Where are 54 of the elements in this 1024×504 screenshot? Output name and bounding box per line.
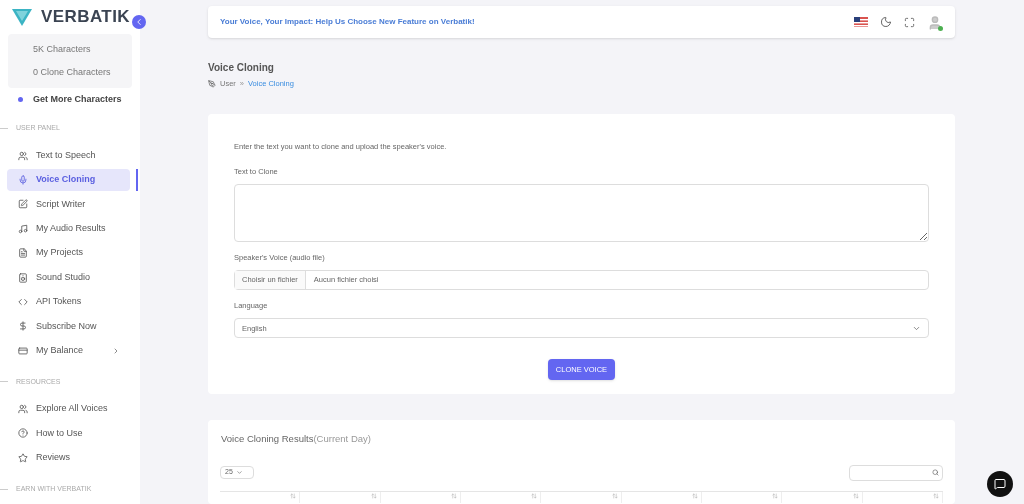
- chat-button[interactable]: [987, 471, 1013, 497]
- sidebar-item[interactable]: My Projects: [7, 242, 130, 265]
- sort-icon: [772, 492, 779, 499]
- chat-icon: [994, 478, 1006, 490]
- edit-icon: [18, 199, 28, 210]
- sort-icon: [290, 492, 297, 499]
- collapse-sidebar-button[interactable]: [132, 15, 146, 29]
- sidebar-item[interactable]: Script Writer: [7, 193, 130, 216]
- sort-icon: [852, 492, 859, 499]
- sidebar-item[interactable]: My Audio Results: [7, 217, 130, 240]
- sidebar-item[interactable]: Text to Speech: [7, 144, 130, 167]
- card-icon: [18, 345, 28, 356]
- avatar-icon[interactable]: [927, 13, 943, 31]
- sort-icon: [451, 492, 457, 499]
- music-note-icon: [18, 223, 28, 234]
- get-more-characters-link[interactable]: Get More Characters: [0, 89, 140, 110]
- code-icon: [18, 296, 28, 307]
- text-input-field[interactable]: [234, 183, 929, 242]
- sidebar-item[interactable]: How to Use: [7, 422, 130, 445]
- sidebar-item[interactable]: API Tokens: [7, 290, 130, 313]
- sidebar-item[interactable]: Reviews: [7, 446, 130, 469]
- fullscreen-icon[interactable]: [904, 16, 915, 28]
- credit-count: 5K Characters: [32, 43, 92, 56]
- brand-name: VERBATIK: [41, 6, 131, 29]
- sort-icon: [370, 492, 377, 499]
- sidebar-item[interactable]: My Balance: [7, 339, 130, 362]
- document-icon: [18, 248, 28, 259]
- dollar-icon: [18, 321, 28, 332]
- page-title: Voice Cloning: [208, 61, 275, 75]
- users-icon: [18, 150, 28, 161]
- sidebar-item[interactable]: Explore All Voices: [7, 398, 130, 421]
- results-title: Voice Cloning Results(Current Day): [220, 432, 372, 447]
- flag-icon[interactable]: [854, 17, 868, 27]
- search-icon: [932, 469, 939, 476]
- sort-icon: [932, 492, 939, 499]
- users-icon: [18, 404, 28, 415]
- breadcrumb-icon: [208, 79, 216, 88]
- question-mark-icon: [18, 428, 28, 439]
- sort-icon: [691, 492, 698, 499]
- dark-mode-icon[interactable]: [880, 16, 892, 28]
- sidebar-item[interactable]: Voice Cloning: [7, 169, 130, 192]
- chevron-left-icon: [134, 17, 144, 27]
- active-indicator: [136, 169, 138, 192]
- sidebar-item[interactable]: Subscribe Now: [7, 315, 130, 338]
- credit-count: 0 Clone Characters: [32, 66, 112, 79]
- sort-icon: [611, 492, 618, 499]
- search-field[interactable]: [849, 464, 943, 481]
- announcement-link[interactable]: Your Voice, Your Impact: Help Us Choose New Feature on Verbatik!: [220, 16, 475, 28]
- star-icon: [18, 452, 28, 463]
- microphone-icon: [18, 175, 28, 186]
- sort-icon: [531, 492, 538, 499]
- speaker-icon: [18, 272, 28, 283]
- sidebar-item[interactable]: Sound Studio: [7, 266, 130, 289]
- chevron-down-icon: [235, 469, 243, 476]
